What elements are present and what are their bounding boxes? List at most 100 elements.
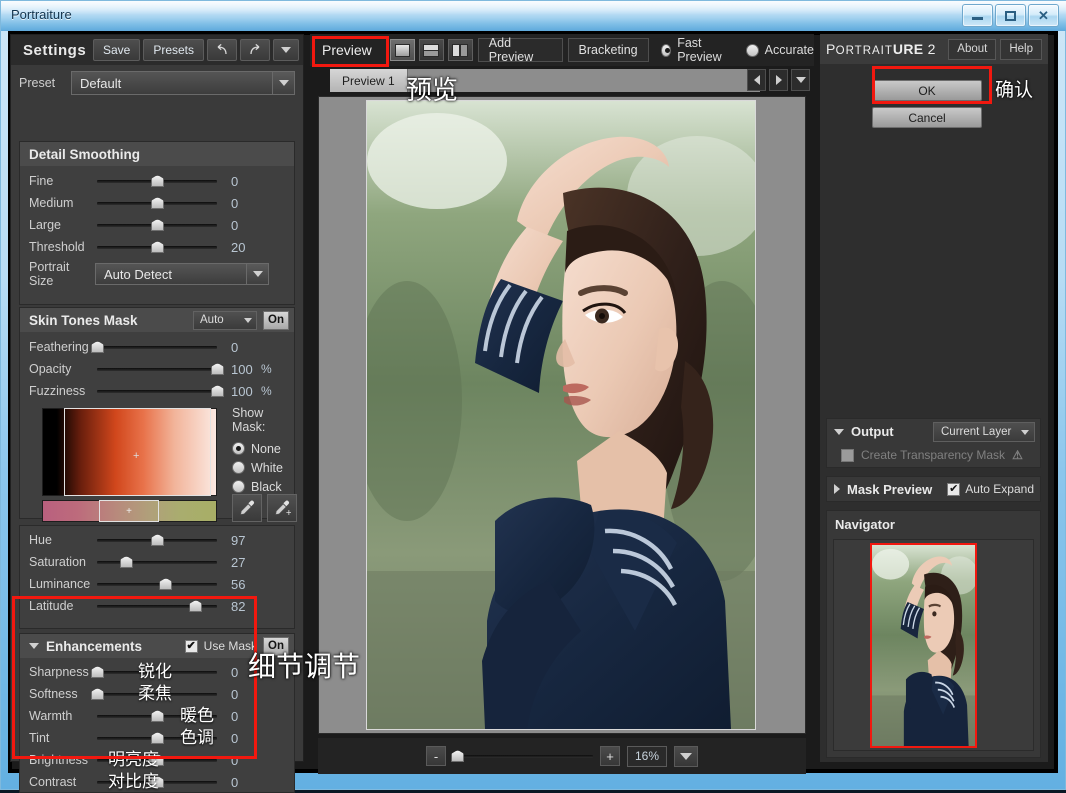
slider[interactable] (97, 240, 217, 254)
cancel-button[interactable]: Cancel (872, 107, 982, 128)
tab-preview-1[interactable]: Preview 1 (330, 69, 408, 92)
portrait-size-arrow[interactable] (247, 263, 269, 285)
transparency-mask-checkbox[interactable] (841, 448, 854, 462)
zoom-preset-button[interactable] (674, 745, 698, 767)
view-split-horizontal-button[interactable] (418, 39, 444, 61)
settings-menu-button[interactable] (273, 39, 299, 61)
preview-photo[interactable] (366, 100, 756, 730)
ok-button[interactable]: OK (872, 80, 982, 101)
preset-select[interactable]: Default (71, 71, 273, 95)
zoom-in-button[interactable]: + (600, 746, 620, 766)
use-mask-checkbox[interactable]: ✔ (184, 639, 198, 653)
slider-thumb[interactable] (151, 710, 164, 722)
redo-button[interactable] (240, 39, 270, 61)
title-gloss (1, 1, 1066, 15)
preview-canvas[interactable] (318, 96, 806, 734)
enhancements-group: Enhancements ✔ Use Mask On Sharpness 0 锐化 S… (19, 633, 295, 793)
slider[interactable] (97, 775, 217, 789)
slider[interactable] (97, 533, 217, 547)
output-layer-select[interactable]: Current Layer (933, 421, 1035, 442)
view-single-button[interactable] (389, 39, 415, 61)
add-preview-button[interactable]: Add Preview (477, 36, 563, 64)
slider-thumb[interactable] (151, 776, 164, 788)
help-button[interactable]: Help (1000, 38, 1042, 60)
show-mask-option[interactable]: White (232, 458, 298, 477)
zoom-level-value[interactable]: 16% (627, 745, 667, 767)
about-button[interactable]: About (948, 38, 997, 60)
skin-mask-mode-select[interactable]: Auto (193, 310, 257, 330)
presets-button[interactable]: Presets (143, 39, 204, 61)
slider-thumb[interactable] (151, 754, 164, 766)
dropper-buttons: + (232, 494, 297, 522)
settings-header: Settings Save Presets (11, 35, 303, 65)
eyedropper-button[interactable] (232, 494, 262, 522)
bracketing-button[interactable]: Bracketing (567, 38, 649, 62)
chevron-down-icon[interactable] (834, 428, 844, 435)
slider[interactable] (91, 340, 217, 354)
slider[interactable] (97, 218, 217, 232)
slider-thumb[interactable] (159, 578, 173, 590)
slider[interactable] (97, 384, 224, 398)
slider[interactable] (97, 555, 217, 569)
brand-bold: URE (892, 41, 924, 57)
zoom-slider[interactable] (451, 749, 593, 763)
slider-value: 0 (231, 752, 239, 768)
view-split-vertical-button[interactable] (447, 39, 473, 61)
save-button[interactable]: Save (92, 39, 141, 61)
eyedropper-add-button[interactable]: + (267, 494, 297, 522)
chevron-right-icon[interactable] (834, 484, 840, 494)
slider-thumb[interactable] (151, 197, 164, 209)
maximize-button[interactable] (995, 4, 1026, 27)
slider[interactable] (97, 362, 224, 376)
tab-menu-button[interactable] (791, 69, 810, 91)
navigator-thumbnail-area[interactable] (833, 539, 1034, 751)
slider[interactable] (97, 709, 217, 723)
auto-expand-checkbox[interactable]: ✔ (947, 482, 961, 496)
chevron-down-icon[interactable] (29, 643, 39, 649)
tab-prev-button[interactable] (747, 69, 766, 91)
slider-thumb[interactable] (151, 241, 164, 253)
right-panel: PORTRAITURE 2 About Help OK Cancel Outpu… (820, 34, 1048, 762)
slider[interactable] (91, 687, 217, 701)
radio-icon (232, 461, 245, 474)
show-mask-option-label: Black (251, 479, 282, 494)
slider-row: Threshold 20 (20, 236, 294, 258)
show-mask-option[interactable]: None (232, 439, 298, 458)
portrait-size-select[interactable]: Auto Detect (95, 263, 247, 285)
slider-thumb[interactable] (119, 556, 133, 568)
slider[interactable] (97, 577, 217, 591)
accurate-radio[interactable]: Accurate (745, 41, 814, 60)
mask-preview-section[interactable]: Mask Preview ✔ Auto Expand (826, 476, 1041, 502)
enhancements-toggle[interactable]: On (263, 636, 289, 656)
slider-thumb[interactable] (151, 534, 164, 546)
fast-preview-radio[interactable]: Fast Preview (660, 36, 734, 64)
minimize-button[interactable] (962, 4, 993, 27)
slider[interactable] (97, 196, 217, 210)
slider-thumb[interactable] (151, 732, 164, 744)
zoom-out-button[interactable]: - (426, 746, 446, 766)
slider-thumb[interactable] (189, 600, 203, 612)
tab-next-button[interactable] (769, 69, 788, 91)
slider[interactable] (91, 665, 217, 679)
slider[interactable] (97, 731, 217, 745)
preview-button[interactable]: Preview (310, 38, 384, 62)
undo-button[interactable] (207, 39, 237, 61)
preset-label: Preset (19, 76, 56, 90)
slider-thumb[interactable] (151, 219, 164, 231)
zoom-slider-thumb[interactable] (451, 750, 465, 762)
chevron-down-icon (680, 752, 692, 760)
slider-value: 27 (231, 554, 246, 570)
preset-select-arrow[interactable] (273, 71, 295, 95)
svg-text:+: + (286, 508, 292, 517)
slider[interactable] (97, 174, 217, 188)
skin-mask-toggle[interactable]: On (263, 310, 289, 330)
settings-actions: Save Presets (92, 39, 299, 61)
slider[interactable] (97, 599, 217, 613)
navigator-thumbnail[interactable] (870, 543, 977, 748)
skin-tones-mask-header: Skin Tones Mask Auto On (20, 308, 294, 332)
slider-track (97, 693, 217, 696)
close-button[interactable]: ✕ (1028, 4, 1059, 27)
slider[interactable] (97, 753, 217, 767)
slider-thumb[interactable] (151, 175, 164, 187)
slider-track (97, 583, 217, 586)
